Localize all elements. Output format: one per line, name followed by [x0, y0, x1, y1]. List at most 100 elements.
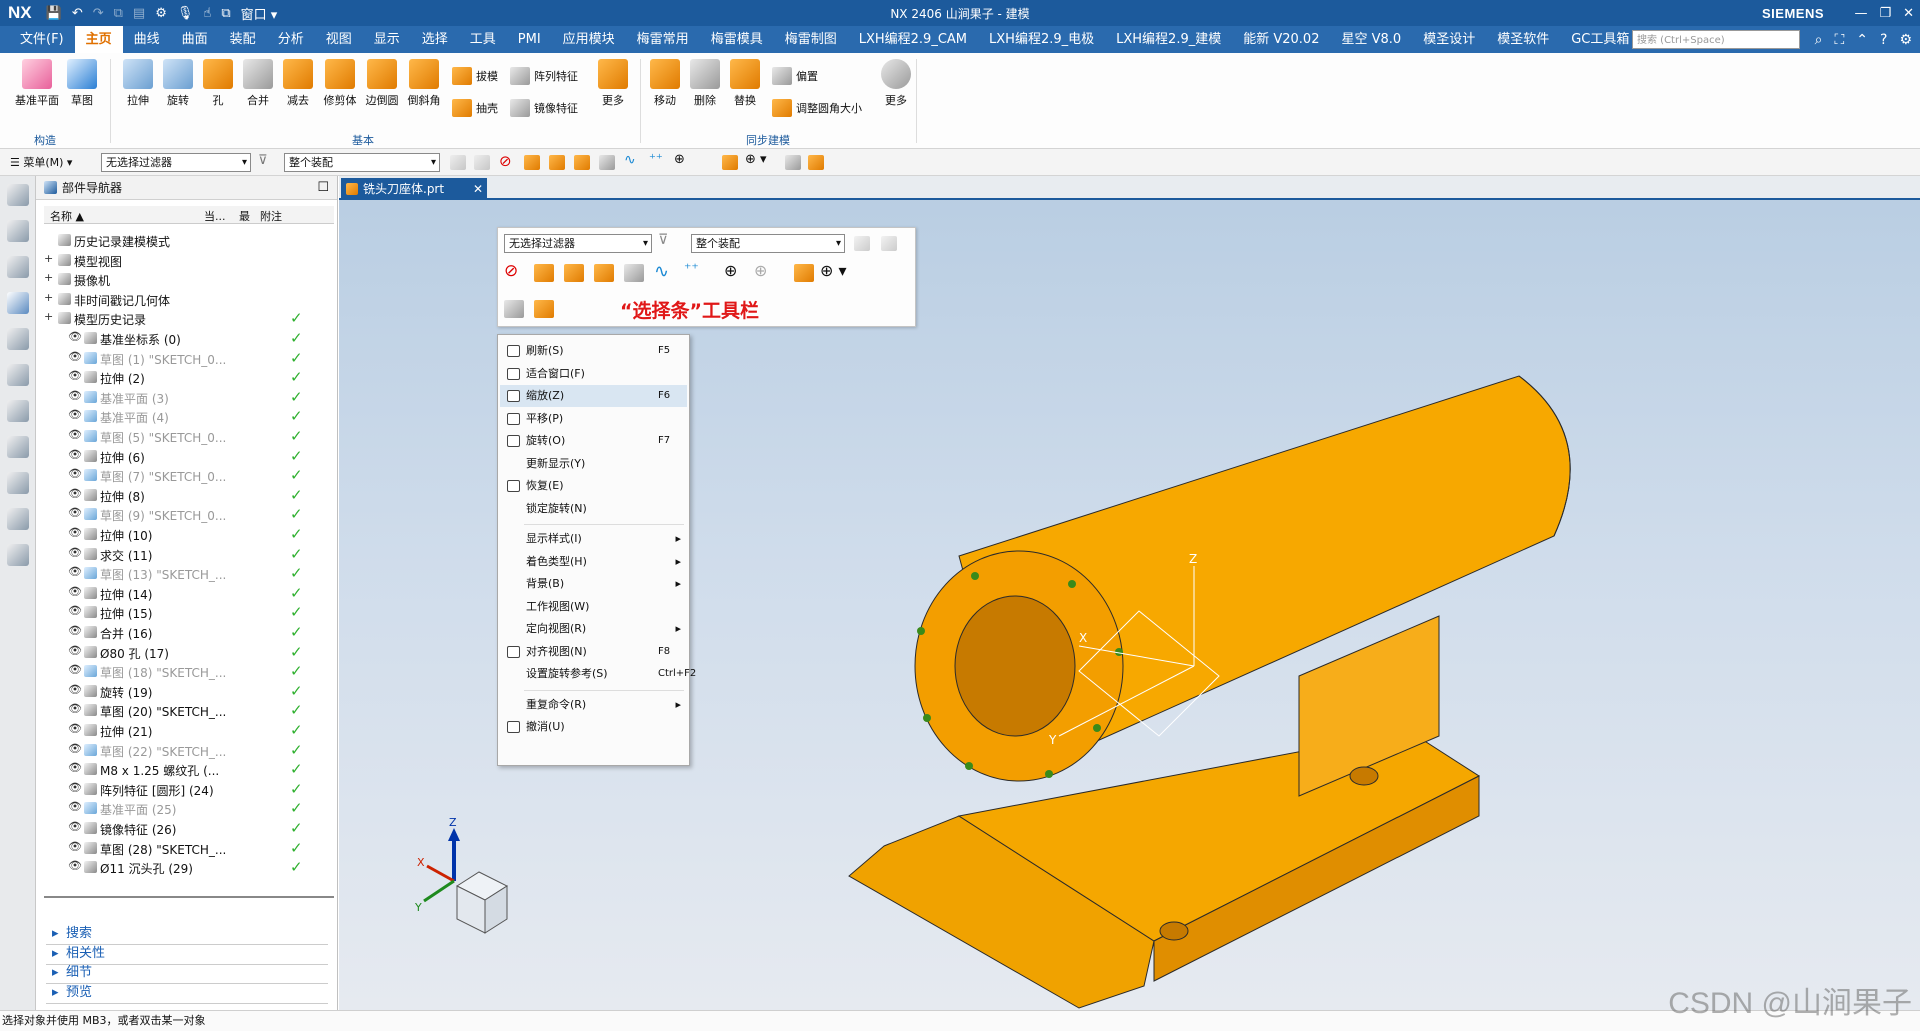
float-select-icon[interactable] — [854, 236, 870, 251]
context-menu-item[interactable]: 定向视图(R) ▸ — [500, 618, 687, 640]
float-type-filter[interactable]: 无选择过滤器 — [504, 234, 652, 253]
float-deselect-icon[interactable] — [881, 236, 897, 251]
tab-20[interactable]: 模圣设计 — [1412, 26, 1486, 53]
type-filter-dropdown[interactable]: 无选择过滤器 — [101, 153, 251, 172]
tab-22[interactable]: GC工具箱 — [1560, 26, 1640, 53]
visibility-icon[interactable]: 👁 — [68, 820, 82, 833]
deselect-icon[interactable] — [474, 155, 490, 170]
tree-row[interactable]: 👁 拉伸 (21) ✓ — [44, 720, 320, 740]
basic-more-button[interactable]: 更多 — [593, 55, 633, 108]
tree-row[interactable]: 👁 求交 (11) ✓ — [44, 544, 320, 564]
visibility-icon[interactable]: 👁 — [68, 859, 82, 872]
sync-more-button[interactable]: 更多 — [876, 55, 916, 108]
offset-region-button[interactable]: 偏置 — [772, 67, 818, 85]
curve-filter-icon[interactable]: ∿ — [624, 152, 636, 168]
splitter[interactable] — [44, 896, 334, 898]
tree-row[interactable]: 👁 草图 (1) "SKETCH_0... ✓ — [44, 348, 320, 368]
context-menu-item[interactable]: 重复命令(R) ▸ — [500, 694, 687, 716]
unite-button[interactable]: 合并 — [238, 55, 278, 108]
visibility-icon[interactable]: 👁 — [68, 722, 82, 735]
tree-row[interactable]: 👁 基准平面 (25) ✓ — [44, 798, 320, 818]
float-snap-icon[interactable]: ⊕ — [724, 261, 737, 280]
tree-row[interactable]: + 非时间戳记几何体 — [44, 289, 320, 309]
tree-row[interactable]: 👁 镜像特征 (26) ✓ — [44, 818, 320, 838]
context-menu-item[interactable]: 着色类型(H) ▸ — [500, 551, 687, 573]
tab-16[interactable]: LXH编程2.9_电极 — [978, 26, 1105, 53]
draft-button[interactable]: 拔模 — [452, 67, 498, 85]
pattern-feature-button[interactable]: 阵列特征 — [510, 67, 578, 85]
col-attach[interactable]: 附注 — [260, 208, 282, 224]
tree-row[interactable]: + 模型视图 — [44, 250, 320, 270]
body-filter-icon[interactable] — [524, 155, 540, 170]
visibility-icon[interactable]: 👁 — [68, 761, 82, 774]
context-menu-item[interactable]: 缩放(Z) F6 — [500, 385, 687, 407]
settings-icon[interactable] — [7, 184, 29, 206]
tab-6[interactable]: 视图 — [315, 26, 363, 53]
tab-17[interactable]: LXH编程2.9_建模 — [1105, 26, 1232, 53]
tab-8[interactable]: 选择 — [411, 26, 459, 53]
tree-row[interactable]: 历史记录建模模式 — [44, 230, 320, 250]
help-icon[interactable]: ? — [1880, 32, 1887, 48]
context-menu-item[interactable]: 对齐视图(N) F8 — [500, 641, 687, 663]
datum-plane-button[interactable]: 基准平面 — [14, 55, 60, 108]
window-switch-icon[interactable]: ⧉ — [221, 6, 230, 21]
history-icon[interactable] — [7, 436, 29, 458]
context-menu-item[interactable]: 平移(P) — [500, 408, 687, 430]
tab-13[interactable]: 梅雷模具 — [700, 26, 774, 53]
maximize-icon[interactable]: ☐ — [317, 176, 329, 200]
tab-15[interactable]: LXH编程2.9_CAM — [848, 26, 978, 53]
menu-button[interactable]: ☰ 菜单(M) ▾ — [10, 154, 72, 170]
expand-icon[interactable]: + — [44, 291, 53, 304]
float-snap-icon-2[interactable]: ⊕ — [754, 261, 767, 280]
float-sheet-icon[interactable] — [624, 264, 644, 282]
expand-icon[interactable]: + — [44, 271, 53, 284]
context-menu-item[interactable]: 适合窗口(F) — [500, 363, 687, 385]
copy-icon[interactable]: ⧉ — [114, 6, 123, 21]
float-body-icon[interactable] — [534, 264, 554, 282]
tab-0[interactable]: 文件(F) — [0, 26, 75, 53]
part-navigator-icon[interactable] — [7, 292, 29, 314]
tree-row[interactable]: 👁 M8 x 1.25 螺纹孔 (... ✓ — [44, 759, 320, 779]
tab-12[interactable]: 梅雷常用 — [626, 26, 700, 53]
close-button[interactable]: ✕ — [1903, 6, 1914, 21]
tab-10[interactable]: PMI — [507, 26, 552, 53]
float-point-snap-icon[interactable]: ⊕ ▾ — [820, 261, 847, 280]
sketch-button[interactable]: 草图 — [62, 55, 102, 108]
system-materials-icon[interactable] — [7, 472, 29, 494]
visibility-icon[interactable]: 👁 — [68, 428, 82, 441]
tab-3[interactable]: 曲面 — [171, 26, 219, 53]
visibility-icon[interactable]: 👁 — [68, 624, 82, 637]
command-search-input[interactable]: 搜索 (Ctrl+Space) — [1632, 30, 1800, 49]
undo-icon[interactable]: ↶ — [72, 6, 83, 21]
tab-5[interactable]: 分析 — [267, 26, 315, 53]
web-browser-icon[interactable] — [7, 400, 29, 422]
context-menu-item[interactable]: 更新显示(Y) — [500, 453, 687, 475]
float-solid-icon[interactable] — [594, 264, 614, 282]
tree-row[interactable]: 👁 草图 (9) "SKETCH_0... ✓ — [44, 504, 320, 524]
expand-icon[interactable]: + — [44, 310, 53, 323]
tree-row[interactable]: 👁 草图 (22) "SKETCH_... ✓ — [44, 740, 320, 760]
save-icon[interactable]: 💾 — [46, 6, 62, 21]
float-no-filter-icon[interactable]: ⊘ — [504, 261, 518, 281]
context-menu-item[interactable]: 设置旋转参考(S) Ctrl+F2 — [500, 663, 696, 685]
visibility-icon[interactable]: 👁 — [68, 389, 82, 402]
constraint-navigator-icon[interactable] — [7, 256, 29, 278]
visibility-icon[interactable]: 👁 — [68, 565, 82, 578]
visibility-icon[interactable]: 👁 — [68, 506, 82, 519]
visibility-icon[interactable]: 👁 — [68, 683, 82, 696]
tab-1[interactable]: 主页 — [74, 26, 123, 53]
assembly-navigator-icon[interactable] — [7, 220, 29, 242]
view-icon-2[interactable] — [808, 155, 824, 170]
shell-button[interactable]: 抽壳 — [452, 99, 498, 117]
chamfer-button[interactable]: 倒斜角 — [404, 55, 444, 108]
float-face-icon[interactable] — [564, 264, 584, 282]
tree-row[interactable]: 👁 阵列特征 [圆形] (24) ✓ — [44, 779, 320, 799]
tab-2[interactable]: 曲线 — [123, 26, 171, 53]
tree-row[interactable]: 👁 Ø11 沉头孔 (29) ✓ — [44, 857, 320, 877]
visibility-icon[interactable]: 👁 — [68, 546, 82, 559]
tree-row[interactable]: 👁 草图 (20) "SKETCH_... ✓ — [44, 700, 320, 720]
point-filter-icon[interactable]: ⁺⁺ — [649, 152, 663, 167]
col-latest[interactable]: 最 — [239, 208, 250, 224]
context-menu-item[interactable]: 锁定旋转(N) — [500, 498, 687, 520]
float-scope-dropdown[interactable]: 整个装配 — [691, 234, 845, 253]
